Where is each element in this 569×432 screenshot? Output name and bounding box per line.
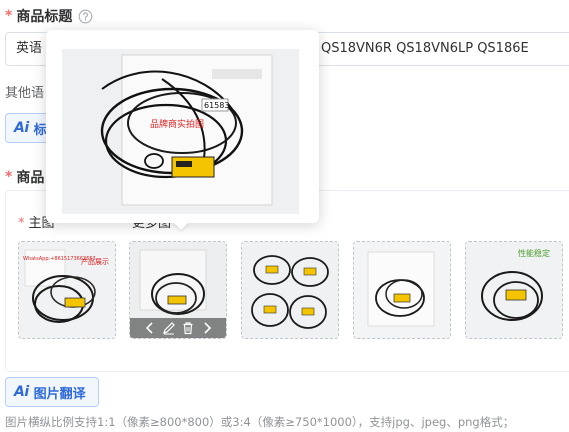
product-images-label: * 商品: [5, 169, 45, 186]
image-format-hint: 图片横纵比例支持1:1（像素≥800*800）或3:4（像素≥750*1000）…: [5, 415, 515, 429]
svg-text:性能稳定: 性能稳定: [518, 248, 550, 258]
popover-arrow: [173, 222, 189, 230]
product-title-label: * 商品标题: [5, 6, 93, 26]
chevron-left-icon[interactable]: [143, 321, 157, 335]
image-thumbnail-5[interactable]: 性能稳定: [465, 241, 563, 339]
product-photo-preview: 61583 品牌商实拍图: [62, 49, 299, 214]
other-language-title-label: 其他语: [5, 86, 45, 101]
ai-icon: Ai: [14, 384, 29, 400]
image-thumbnail-4[interactable]: [353, 241, 451, 339]
pencil-icon[interactable]: [162, 321, 176, 335]
image-thumbnail-3[interactable]: [241, 241, 339, 339]
product-photo-4: [354, 242, 450, 338]
product-photo-5: 性能稳定: [466, 242, 562, 338]
image-thumbnail-2[interactable]: [129, 241, 227, 339]
svg-text:产品展示: 产品展示: [81, 257, 109, 266]
ai-translate-image-button[interactable]: Ai 图片翻译: [5, 377, 99, 407]
thumbnail-toolbar: [130, 318, 226, 338]
chevron-right-icon[interactable]: [200, 321, 214, 335]
image-preview: 61583 品牌商实拍图: [62, 49, 299, 214]
image-preview-popover: 61583 品牌商实拍图: [46, 30, 319, 223]
svg-text:品牌商实拍图: 品牌商实拍图: [150, 118, 204, 130]
ai-icon: Ai: [14, 120, 29, 136]
product-photo-1: WhatsApp:+8615173663653 产品展示: [19, 242, 115, 338]
svg-text:61583: 61583: [204, 101, 229, 110]
image-thumbnail-1[interactable]: WhatsApp:+8615173663653 产品展示: [18, 241, 116, 339]
trash-icon[interactable]: [181, 321, 195, 335]
product-photo-3: [242, 242, 338, 338]
question-circle-icon[interactable]: [78, 9, 93, 24]
